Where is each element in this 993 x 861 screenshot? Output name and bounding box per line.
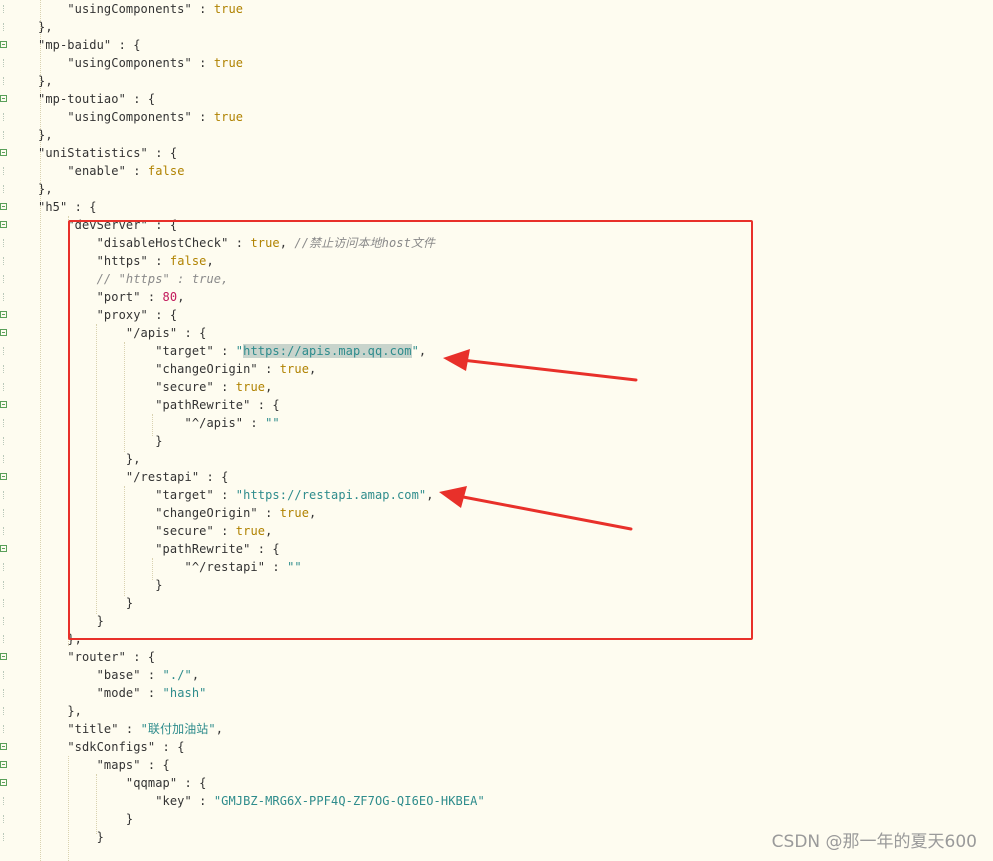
arrow-to-restapi-target (439, 486, 633, 531)
arrow-to-apis-target (443, 349, 638, 382)
watermark: CSDN @那一年的夏天600 (771, 832, 977, 852)
annotation-arrows (439, 349, 638, 531)
